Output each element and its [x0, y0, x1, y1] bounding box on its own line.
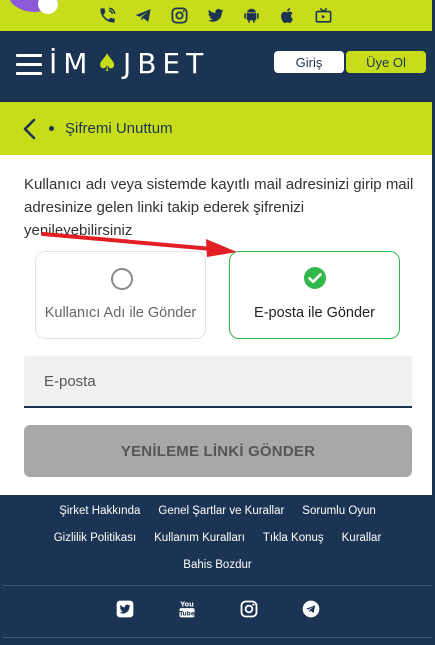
svg-text:You: You: [179, 601, 194, 609]
spade-icon: ♠: [96, 49, 118, 77]
option-email-label: E-posta ile Gönder: [254, 305, 375, 321]
send-reset-link-button[interactable]: YENİLEME LİNKİ GÖNDER: [24, 425, 412, 477]
menu-icon[interactable]: [16, 54, 42, 76]
footer-link-live-chat[interactable]: Tıkla Konuş: [263, 532, 324, 544]
bullet-dot: [49, 126, 54, 131]
radio-unchecked-icon: [111, 268, 133, 290]
footer-link-privacy[interactable]: Gizlilik Politikası: [54, 532, 136, 544]
annotation-arrow-icon: [41, 232, 237, 257]
check-circle-icon: [303, 266, 327, 290]
page-heading-bar: Şifremi Unuttum: [0, 102, 435, 155]
apple-icon[interactable]: [276, 5, 298, 25]
option-username-label: Kullanıcı Adı ile Gönder: [44, 305, 197, 321]
back-arrow-icon[interactable]: [20, 118, 40, 140]
login-button[interactable]: Giriş: [274, 51, 344, 73]
footer-link-cashout[interactable]: Bahis Bozdur: [183, 559, 251, 571]
footer-links-row: Şirket Hakkında Genel Şartlar ve Kuralla…: [0, 505, 435, 517]
footer-link-about[interactable]: Şirket Hakkında: [59, 505, 140, 517]
telegram-icon[interactable]: [301, 598, 321, 620]
tv-icon[interactable]: [312, 5, 334, 25]
option-send-by-username[interactable]: Kullanıcı Adı ile Gönder: [35, 251, 206, 339]
social-strip: [0, 0, 435, 31]
chat-bubble-icon: [38, 0, 58, 14]
option-send-by-email[interactable]: E-posta ile Gönder: [229, 251, 400, 339]
footer-link-usage-rules[interactable]: Kullanım Kuralları: [154, 532, 245, 544]
logo-text-left: İM: [49, 46, 94, 80]
site-logo[interactable]: İM ♠ JBET: [49, 46, 210, 80]
footer-link-responsible-gaming[interactable]: Sorumlu Oyun: [302, 505, 376, 517]
android-icon[interactable]: [240, 5, 262, 25]
email-input[interactable]: [24, 356, 412, 408]
footer-link-rules[interactable]: Kurallar: [342, 532, 382, 544]
telegram-icon[interactable]: [132, 5, 154, 25]
page-title: Şifremi Unuttum: [65, 120, 173, 137]
footer-divider: [3, 585, 432, 586]
footer-link-terms[interactable]: Genel Şartlar ve Kurallar: [158, 505, 284, 517]
footer-links-row: Bahis Bozdur: [0, 559, 435, 571]
twitter-icon[interactable]: [204, 5, 226, 25]
instagram-icon[interactable]: [239, 598, 259, 620]
chat-bubble-button[interactable]: [8, 0, 60, 14]
footer-divider: [3, 637, 432, 638]
register-button[interactable]: Üye Ol: [346, 51, 426, 73]
instagram-icon[interactable]: [168, 5, 190, 25]
footer-social-icons: You Tube: [0, 598, 435, 620]
phone-icon[interactable]: [96, 5, 118, 25]
site-header: İM ♠ JBET Giriş Üye Ol: [0, 31, 435, 102]
svg-text:Tube: Tube: [179, 611, 195, 617]
site-footer: Şirket Hakkında Genel Şartlar ve Kuralla…: [0, 495, 435, 645]
footer-links-row: Gizlilik Politikası Kullanım Kuralları T…: [0, 532, 435, 544]
youtube-icon[interactable]: You Tube: [177, 598, 197, 620]
logo-text-right: JBET: [122, 46, 210, 80]
twitter-icon[interactable]: [115, 598, 135, 620]
